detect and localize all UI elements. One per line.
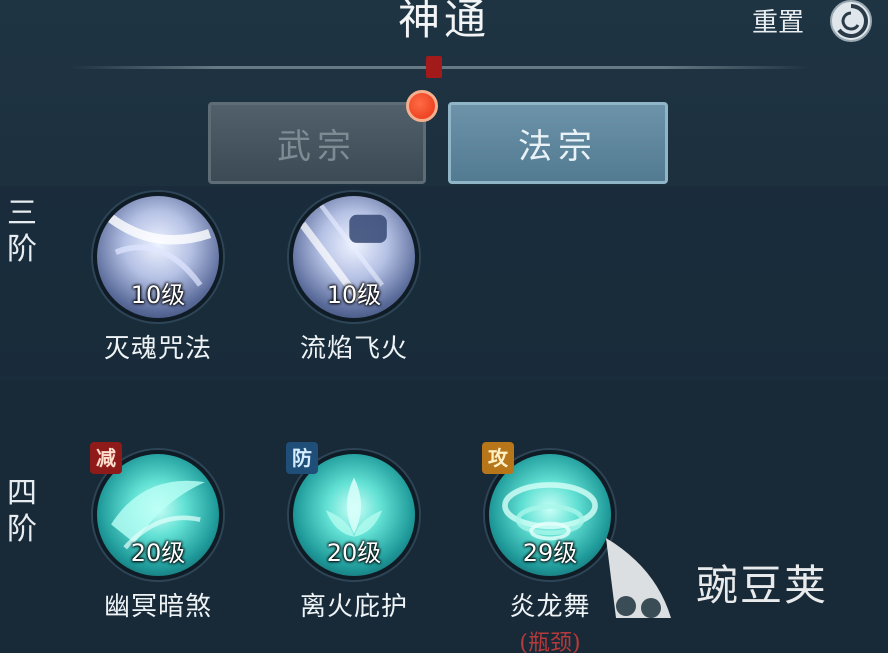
tier-3-label-text: 三阶	[7, 196, 37, 267]
tier-4-label: 四阶	[2, 476, 42, 548]
notification-dot	[406, 90, 438, 122]
reduce-badge: 减	[90, 442, 122, 474]
skill-liuyan[interactable]: 10级 流焰飞火	[284, 192, 424, 365]
skill-level: 10级	[326, 281, 382, 309]
reset-swirl-icon[interactable]	[828, 0, 874, 44]
skill-lihuo[interactable]: 20级 离火庇护	[284, 450, 424, 623]
bottleneck-note: (瓶颈)	[519, 631, 581, 653]
skill-name: 流焰飞火	[299, 334, 408, 364]
reset-label[interactable]: 重置	[752, 2, 804, 39]
watermark-text: 豌豆荚	[696, 561, 829, 610]
tier-3-label: 三阶	[2, 196, 42, 268]
skill-level: 20级	[326, 539, 382, 567]
defense-badge: 防	[286, 442, 318, 474]
skill-miehun[interactable]: 10级 灭魂咒法	[88, 192, 228, 365]
skill-name: 灭魂咒法	[103, 334, 212, 364]
seal-ornament	[426, 56, 442, 78]
skill-youming[interactable]: 20级 幽冥暗煞	[88, 450, 228, 623]
skill-orb[interactable]: 10级	[289, 192, 419, 322]
tab-wuzong[interactable]: 武宗	[208, 102, 426, 184]
page-title: 神通	[397, 0, 490, 44]
skill-orb[interactable]: 10级	[93, 192, 223, 322]
tab-fazong[interactable]: 法宗	[448, 102, 668, 184]
skill-name: 离火庇护	[299, 592, 408, 622]
skill-level: 10级	[130, 281, 186, 309]
skill-level: 29级	[522, 539, 578, 567]
attack-badge: 攻	[482, 442, 514, 474]
skill-level: 20级	[130, 539, 186, 567]
skill-name: 幽冥暗煞	[103, 592, 212, 622]
tier-4-label-text: 四阶	[7, 476, 37, 547]
